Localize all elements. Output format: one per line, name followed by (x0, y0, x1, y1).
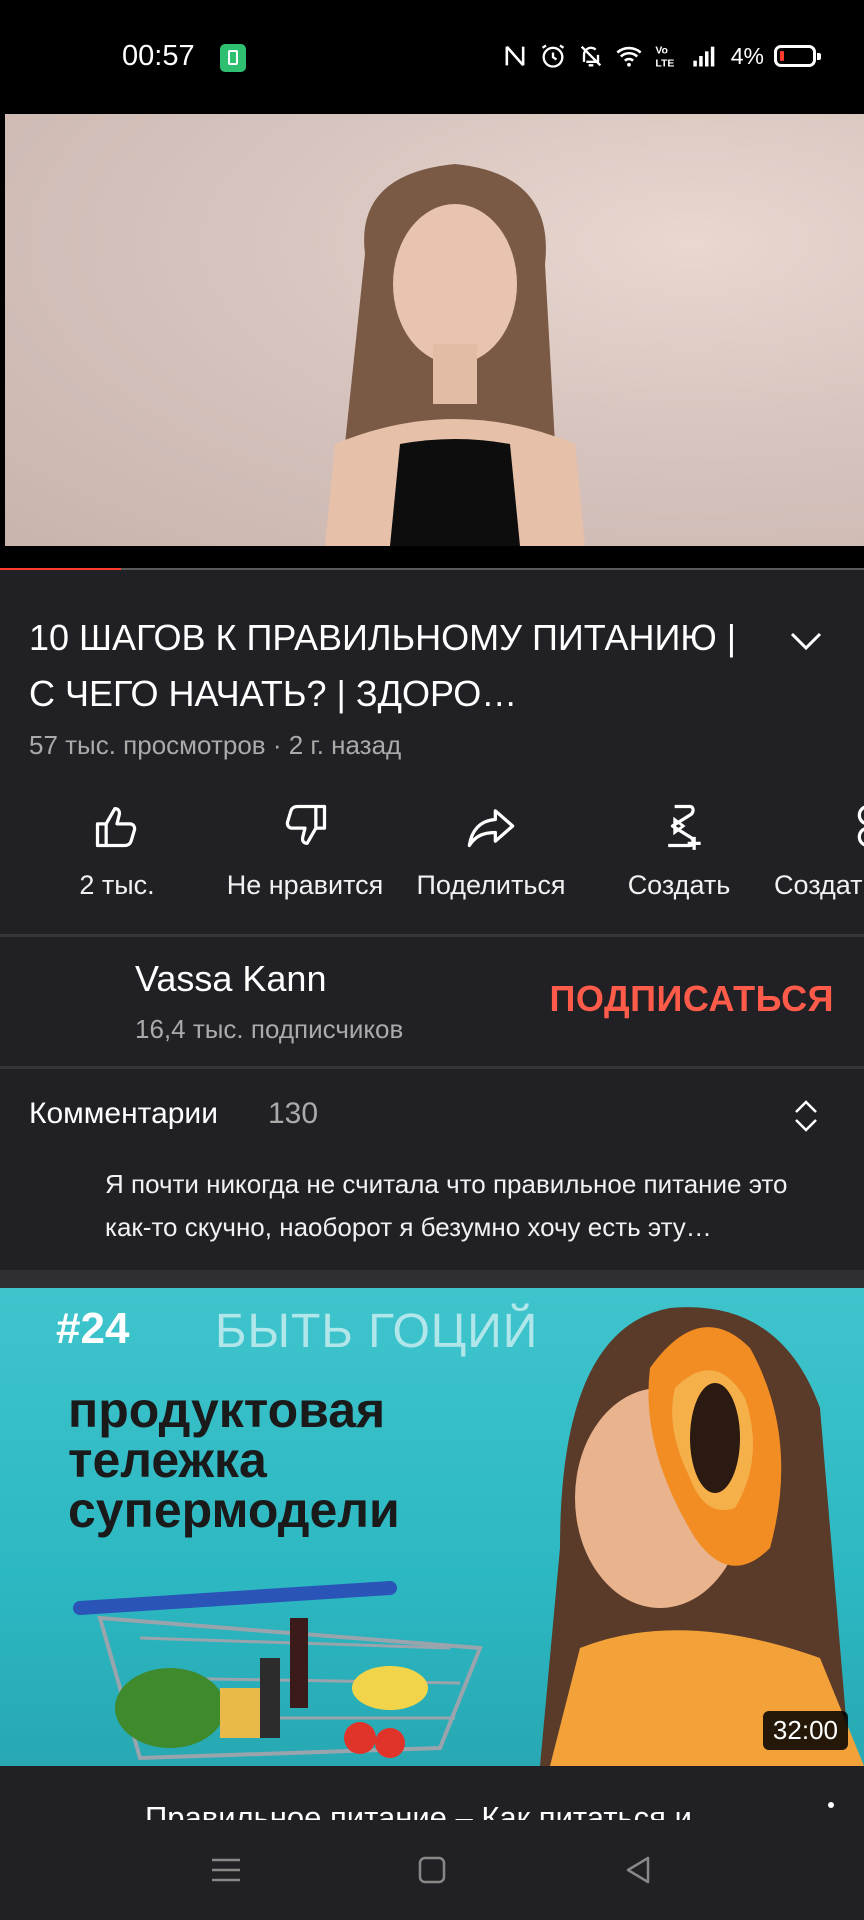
menu-icon[interactable] (206, 1850, 246, 1890)
thumb-text-line: тележка (68, 1432, 267, 1488)
model-with-papaya-image (540, 1307, 864, 1766)
top-comment: Я почти никогда не считала что правильно… (105, 1169, 788, 1242)
recommended-video-thumbnail[interactable]: #24 БЫТЬ ГОЦИЙ продуктовая тележка супер… (0, 1288, 864, 1766)
share-label: Поделиться (416, 870, 566, 900)
home-icon[interactable] (412, 1850, 452, 1890)
presenter-figure (325, 164, 585, 546)
create-icon (668, 804, 701, 850)
comments-title: Комментарии (29, 1097, 218, 1130)
thumb-text-line: супермодели (68, 1482, 400, 1538)
video-progress-bar[interactable] (0, 568, 864, 570)
divider (0, 1066, 864, 1069)
remix-button[interactable]: Создат (760, 800, 864, 901)
mute-bell-icon (580, 45, 601, 67)
next-video-title[interactable]: Правильное питание – Как питаться и (145, 1800, 765, 1820)
more-vert-icon[interactable] (826, 1800, 836, 1820)
svg-text:LTE: LTE (655, 58, 674, 70)
status-time: 00:57 (122, 40, 195, 72)
like-button[interactable]: 2 тыс. (22, 800, 212, 901)
svg-text:Vo: Vo (655, 45, 668, 57)
thumbs-up-icon (95, 807, 137, 848)
channel-name[interactable]: Vassa Kann (135, 958, 326, 1000)
volte-icon: VoLTE (655, 45, 674, 70)
thumb-brand: БЫТЬ ГОЦИЙ (215, 1305, 539, 1358)
share-icon (467, 809, 515, 848)
dislike-button[interactable]: Не нравится (210, 800, 400, 901)
video-title[interactable]: 10 ШАГОВ К ПРАВИЛЬНОМУ ПИТАНИЮ | С ЧЕГО … (29, 610, 759, 722)
thumb-text-line: продуктовая (68, 1382, 386, 1438)
section-separator (0, 1270, 864, 1288)
video-player[interactable] (0, 114, 864, 570)
nfc-icon (505, 45, 525, 67)
video-frame (5, 114, 864, 546)
remix-label: Создат (774, 870, 863, 900)
battery-icon (774, 45, 821, 67)
battery-saver-icon (220, 44, 246, 72)
thumb-episode: #24 (56, 1304, 130, 1353)
video-meta[interactable]: 57 тыс. просмотров · 2 г. назад (29, 730, 401, 761)
status-icons: Vo LTE 4% (501, 38, 821, 74)
shopping-cart-illustration (73, 1581, 483, 1761)
create-label: Создать (627, 870, 731, 900)
signal-icon (693, 46, 715, 67)
battery-percent: 4% (730, 42, 764, 69)
system-nav-bar (0, 1820, 864, 1920)
create-button[interactable]: Создать (584, 800, 774, 901)
dislike-label: Не нравится (226, 870, 384, 900)
progress-played (0, 568, 121, 570)
alarm-icon (541, 44, 564, 68)
subscriber-count: 16,4 тыс. подписчиков (135, 1014, 404, 1044)
thumbs-down-icon (285, 804, 327, 845)
expand-icon[interactable] (792, 1096, 820, 1136)
action-row: 2 тыс. Не нравится Поделиться Создать Со… (0, 800, 864, 910)
remix-icon (857, 805, 864, 847)
back-icon[interactable] (618, 1850, 658, 1890)
like-count: 2 тыс. (79, 870, 155, 900)
chevron-down-icon[interactable] (786, 626, 826, 656)
wifi-icon (616, 46, 642, 67)
video-duration: 32:00 (762, 1711, 848, 1750)
share-button[interactable]: Поделиться (396, 800, 586, 901)
comments-count: 130 (268, 1097, 319, 1130)
divider (0, 934, 864, 937)
subscribe-button[interactable]: ПОДПИСАТЬСЯ (550, 978, 834, 1020)
status-bar: 00:57 Vo LTE 4% (0, 0, 864, 114)
